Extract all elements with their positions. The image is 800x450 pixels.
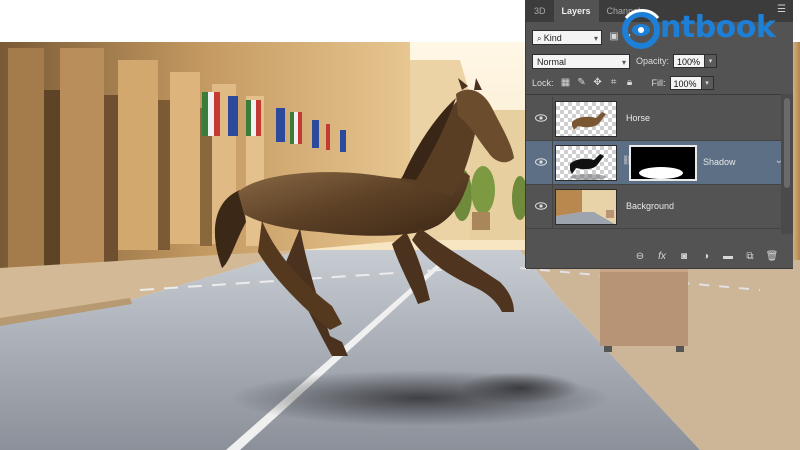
layer-mask-thumbnail[interactable] <box>629 145 697 181</box>
opacity-label: Opacity: <box>636 56 670 66</box>
layers-list: Horse ⛓ Shadow ⌄ Background <box>526 94 793 235</box>
blend-mode-value: Normal <box>537 56 567 67</box>
lock-label: Lock: <box>532 78 554 88</box>
layer-name: Shadow <box>703 157 736 167</box>
new-layer-icon[interactable]: ⧉ <box>743 250 757 264</box>
logo-mark <box>622 9 660 49</box>
chevron-down-icon: ▾ <box>621 57 626 67</box>
eye-icon[interactable] <box>535 156 547 168</box>
fill-field[interactable]: 100% <box>669 76 702 90</box>
eye-icon[interactable] <box>535 112 547 124</box>
layer-thumbnail <box>555 101 617 137</box>
mask-icon[interactable]: ◙ <box>677 250 691 264</box>
opacity-dropdown-icon[interactable]: ▾ <box>705 54 718 68</box>
trash-bin <box>600 262 688 352</box>
fill-label: Fill: <box>651 78 666 88</box>
tab-3d[interactable]: 3D <box>526 0 554 22</box>
layer-horse[interactable]: Horse <box>526 97 793 141</box>
eye-icon[interactable] <box>535 200 547 212</box>
brand-logo: ntbook <box>618 6 800 52</box>
layers-scrollbar[interactable] <box>781 94 793 234</box>
blend-mode-dropdown[interactable]: Normal ▾ <box>532 53 630 69</box>
layer-background[interactable]: Background <box>526 185 793 229</box>
link-icon[interactable]: ⊖ <box>633 250 647 264</box>
layer-thumbnail <box>555 145 617 181</box>
lock-all-icon[interactable]: 🔒︎ <box>624 77 636 89</box>
layer-divider <box>552 185 553 229</box>
lock-transparent-icon[interactable]: ▦ <box>560 77 572 89</box>
opacity-field[interactable]: 100% <box>673 54 706 68</box>
lock-paint-icon[interactable]: ✎ <box>576 77 588 89</box>
lock-artboard-icon[interactable]: ⌗ <box>608 77 620 89</box>
filter-kind-dropdown[interactable]: ⌕ Kind ▾ <box>532 29 602 45</box>
layer-divider <box>552 141 553 185</box>
panel-footer: ⊖ fx ◙ ◑ ▬ ⧉ 🗑︎ <box>526 246 793 268</box>
layer-divider <box>552 97 553 141</box>
blend-row: Normal ▾ Opacity: 100% ▾ <box>526 50 793 72</box>
folder-icon[interactable]: ▬ <box>721 250 735 264</box>
chevron-down-icon: ▾ <box>593 33 598 43</box>
layer-shadow[interactable]: ⛓ Shadow ⌄ <box>526 141 793 185</box>
search-icon: ⌕ <box>537 33 544 43</box>
trash-icon[interactable]: 🗑︎ <box>765 250 779 264</box>
layer-name: Background <box>626 201 675 211</box>
scrollbar-thumb[interactable] <box>784 98 790 188</box>
filter-kind-label: Kind <box>543 32 562 43</box>
link-icon[interactable]: ⛓ <box>622 155 633 167</box>
layer-name: Horse <box>626 113 651 123</box>
layer-thumbnail <box>555 189 617 225</box>
adjustment-icon[interactable]: ◑ <box>699 250 713 264</box>
fx-icon[interactable]: fx <box>655 250 669 264</box>
tab-layers[interactable]: Layers <box>553 0 599 22</box>
fill-dropdown-icon[interactable]: ▾ <box>701 76 714 90</box>
lock-row: Lock: ▦ ✎ ✥ ⌗ 🔒︎ Fill: 100% ▾ <box>526 72 793 94</box>
logo-text: ntbook <box>660 10 776 45</box>
lock-move-icon[interactable]: ✥ <box>592 77 604 89</box>
